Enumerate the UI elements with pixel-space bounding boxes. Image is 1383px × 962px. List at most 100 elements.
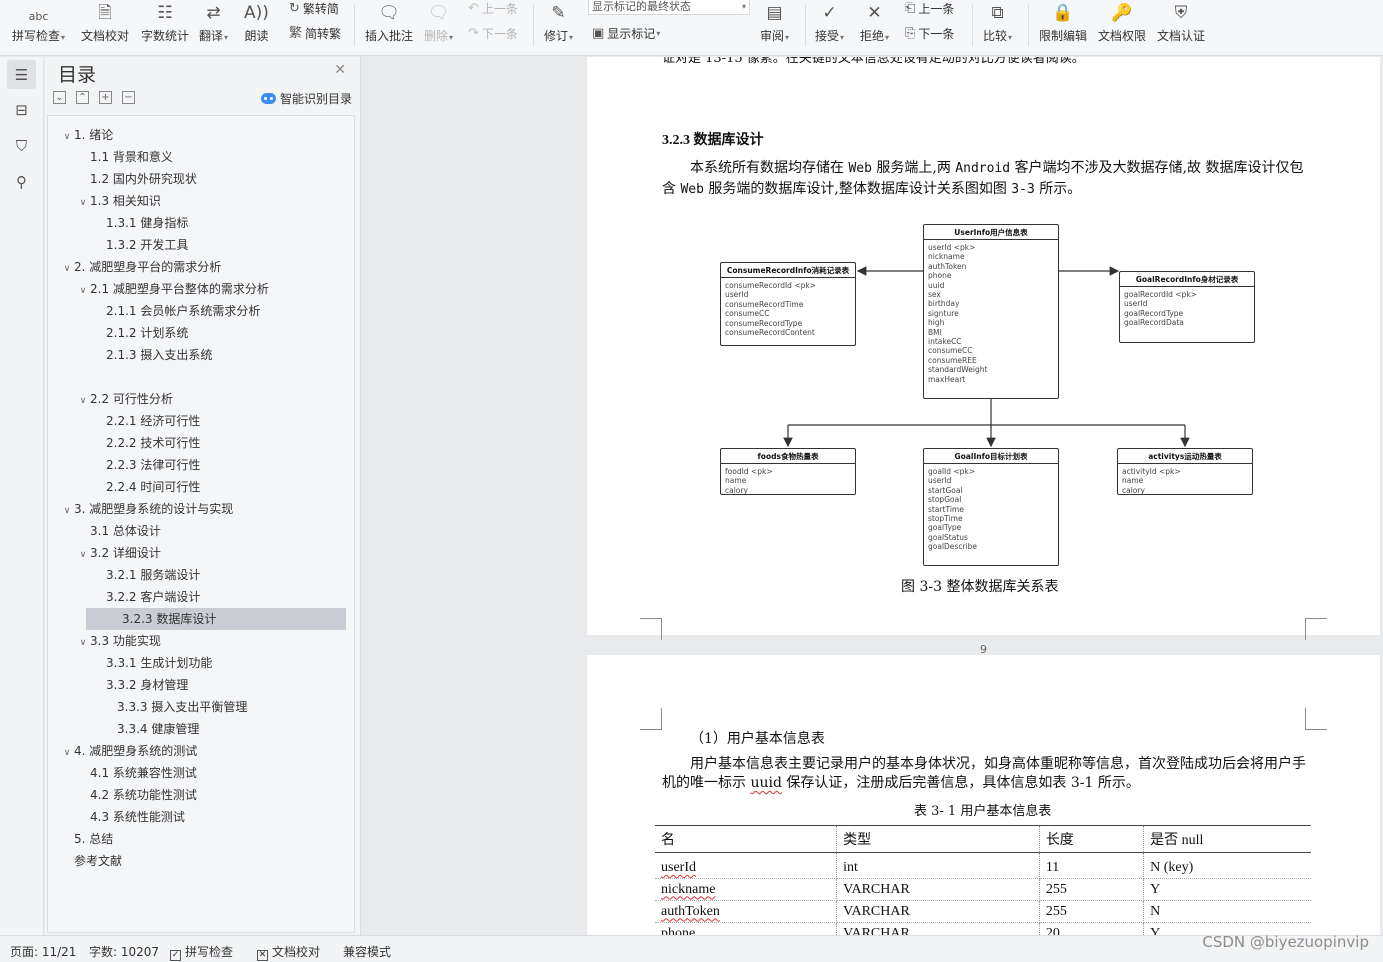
entity-field: consumeCC	[928, 346, 973, 356]
toc-item-label: 3.2.2 客户端设计	[106, 590, 201, 604]
translate-button[interactable]: ⇄ 翻译▾	[199, 0, 228, 44]
toc-item[interactable]: 3.2.3 数据库设计	[86, 608, 346, 630]
status-spellcheck[interactable]: ✓ 拼写检查	[170, 943, 233, 961]
review-icon: ▤	[766, 3, 783, 23]
toc-item[interactable]: ∨ 3.3 功能实现	[76, 630, 161, 652]
chevron-down-icon[interactable]: ∨	[60, 258, 74, 280]
toc-item-label: 2.2 可行性分析	[90, 392, 173, 406]
document-canvas[interactable]: 证对是 13-15 像素。在关键的文本信息处设有走动的对比方便读者阅读。 3.2…	[586, 57, 1383, 935]
entity-fields: consumeRecordId <pk> userId consumeRecordT…	[721, 278, 855, 340]
toc-item[interactable]: 2.1.3 摄入支出系统	[92, 344, 212, 366]
toc-item-label: 2.2.1 经济可行性	[106, 414, 201, 428]
prev-comment-button[interactable]: ↶ 上一条	[468, 0, 518, 17]
toc-item[interactable]: 2.1.1 会员帐户系统需求分析	[92, 300, 260, 322]
toc-item[interactable]: ∨ 2.2 可行性分析	[76, 388, 173, 410]
nav-pane-toggle[interactable]: ⊟	[7, 95, 36, 124]
toc-item[interactable]: 3.3.2 身材管理	[92, 674, 188, 696]
toc-item[interactable]: 参考文献	[60, 850, 122, 872]
toc-item[interactable]: ∨ 2.1 减肥塑身平台整体的需求分析	[76, 278, 269, 300]
toc-item-label: 2. 减肥塑身平台的需求分析	[74, 260, 222, 274]
toc-item[interactable]: 3.1 总体设计	[76, 520, 161, 542]
markup-display-select[interactable]: 显示标记的最终状态 ▾	[588, 0, 750, 15]
chevron-down-icon[interactable]: ∨	[76, 280, 90, 302]
entity-field: goalType	[928, 523, 962, 533]
doc-auth-button[interactable]: ⛨ 文档认证	[1157, 0, 1205, 44]
simp-to-trad-button[interactable]: 繁 简转繁	[289, 25, 341, 42]
status-doc-proof[interactable]: ✕ 文档校对	[257, 943, 320, 961]
restrict-edit-button[interactable]: 🔒 限制编辑	[1039, 0, 1087, 44]
toc-item[interactable]: 1.1 背景和意义	[76, 146, 173, 168]
page-indicator[interactable]: 页面: 11/21	[10, 943, 76, 960]
toc-item[interactable]: 1.3.2 开发工具	[92, 234, 188, 256]
smart-toc-button[interactable]: 智能识别目录	[260, 90, 352, 107]
entity-foods: foods食物热量表 foodId <pk> name calory	[720, 448, 856, 495]
bookmark-toggle[interactable]: ⛉	[7, 131, 36, 160]
word-count-indicator[interactable]: 字数: 10207	[89, 943, 159, 960]
toc-item[interactable]: ∨ 3. 减肥塑身系统的设计与实现	[60, 498, 234, 522]
delete-comment-button[interactable]: 🗨 删除▾	[424, 0, 453, 44]
reject-button[interactable]: ✕ 拒绝▾	[860, 0, 889, 44]
margin-marker	[1305, 618, 1327, 640]
insert-comment-button[interactable]: 🗨 插入批注	[365, 0, 413, 44]
toc-item-label: 4. 减肥塑身系统的测试	[74, 744, 198, 758]
expand-all-icon[interactable]: ⌄	[53, 91, 66, 104]
toc-item[interactable]: 4.2 系统功能性测试	[76, 784, 197, 806]
collapse-all-icon[interactable]: ⌃	[76, 91, 89, 104]
add-heading-icon[interactable]: +	[99, 91, 112, 104]
trad-to-simp-button[interactable]: ↻ 繁转简	[289, 0, 339, 17]
remove-heading-icon[interactable]: −	[122, 91, 135, 104]
outline-icon: ☰	[14, 65, 29, 84]
toc-item[interactable]: ∨ 4. 减肥塑身系统的测试	[60, 740, 198, 764]
toc-item[interactable]: 3.3.4 健康管理	[103, 718, 199, 740]
chevron-down-icon[interactable]: ∨	[76, 192, 90, 214]
toc-item[interactable]: 2.2.4 时间可行性	[92, 476, 200, 498]
chevron-down-icon[interactable]: ∨	[60, 500, 74, 522]
toc-item[interactable]: 3.2.1 服务端设计	[92, 564, 200, 586]
margin-marker	[1305, 708, 1327, 730]
toc-item[interactable]: 3.3.3 摄入支出平衡管理	[103, 696, 247, 718]
toc-item[interactable]: 1.2 国内外研究现状	[76, 168, 197, 190]
chevron-down-icon[interactable]: ∨	[60, 742, 74, 764]
word-count-button[interactable]: ☷ 字数统计	[141, 0, 189, 44]
spellcheck-button[interactable]: abc 拼写检查▾	[12, 0, 65, 44]
toc-item[interactable]: 3.2.2 客户端设计	[92, 586, 200, 608]
toc-item[interactable]: 2.2.3 法律可行性	[92, 454, 200, 476]
compare-button[interactable]: ⧉ 比较▾	[983, 0, 1012, 44]
toc-item[interactable]: ∨ 3.2 详细设计	[76, 542, 161, 564]
track-changes-button[interactable]: ✎ 修订▾	[544, 0, 573, 44]
show-markup-button[interactable]: ▣ 显示标记 ▾	[592, 25, 660, 42]
toc-item[interactable]: 2.1.2 计划系统	[92, 322, 188, 344]
read-aloud-button[interactable]: A)) 朗读	[244, 0, 269, 44]
next-change-button[interactable]: ⎘ 下一条	[905, 25, 954, 42]
entity-field: goalRecordType	[1124, 308, 1184, 318]
review-button[interactable]: ▤ 审阅▾	[760, 0, 789, 44]
cell-text: 20	[1045, 925, 1060, 936]
table-cell: 255	[1039, 900, 1145, 923]
next-comment-button[interactable]: ↷ 下一条	[468, 25, 518, 42]
toc-item[interactable]: 5. 总结	[60, 828, 113, 850]
toc-item[interactable]: 4.3 系统性能测试	[76, 806, 185, 828]
doc-permission-button[interactable]: 🔑 文档权限	[1098, 0, 1146, 44]
find-toggle[interactable]: ⚲	[7, 167, 36, 196]
toc-item[interactable]: 3.3.1 生成计划功能	[92, 652, 212, 674]
prev-change-button[interactable]: ⎗ 上一条	[905, 0, 954, 17]
accept-button[interactable]: ✓ 接受▾	[815, 0, 844, 44]
toc-item[interactable]: ∨ 1. 绪论	[60, 124, 114, 148]
chevron-down-icon[interactable]: ∨	[76, 544, 90, 566]
close-icon[interactable]: ✕	[334, 62, 346, 78]
toc-item[interactable]: 1.3.1 健身指标	[92, 212, 188, 234]
chevron-down-icon[interactable]: ∨	[76, 632, 90, 654]
toc-item[interactable]: 2.2.1 经济可行性	[92, 410, 200, 432]
toc-panel-toggle[interactable]: ☰	[7, 60, 36, 89]
toc-item[interactable]: 4.1 系统兼容性测试	[76, 762, 197, 784]
toc-item[interactable]: ∨ 1.3 相关知识	[76, 190, 161, 212]
chevron-down-icon[interactable]: ∨	[76, 390, 90, 412]
doc-proof-button[interactable]: 🗎 文档校对	[81, 0, 129, 44]
chevron-down-icon[interactable]: ∨	[60, 126, 74, 148]
entity-field: signture	[928, 308, 959, 318]
toc-item-label: 4.3 系统性能测试	[90, 810, 185, 824]
toc-item-label: 3.3.4 健康管理	[117, 722, 200, 736]
table-cell: 20	[1039, 922, 1145, 936]
toc-item[interactable]: ∨ 2. 减肥塑身平台的需求分析	[60, 256, 222, 280]
toc-item[interactable]: 2.2.2 技术可行性	[92, 432, 200, 454]
